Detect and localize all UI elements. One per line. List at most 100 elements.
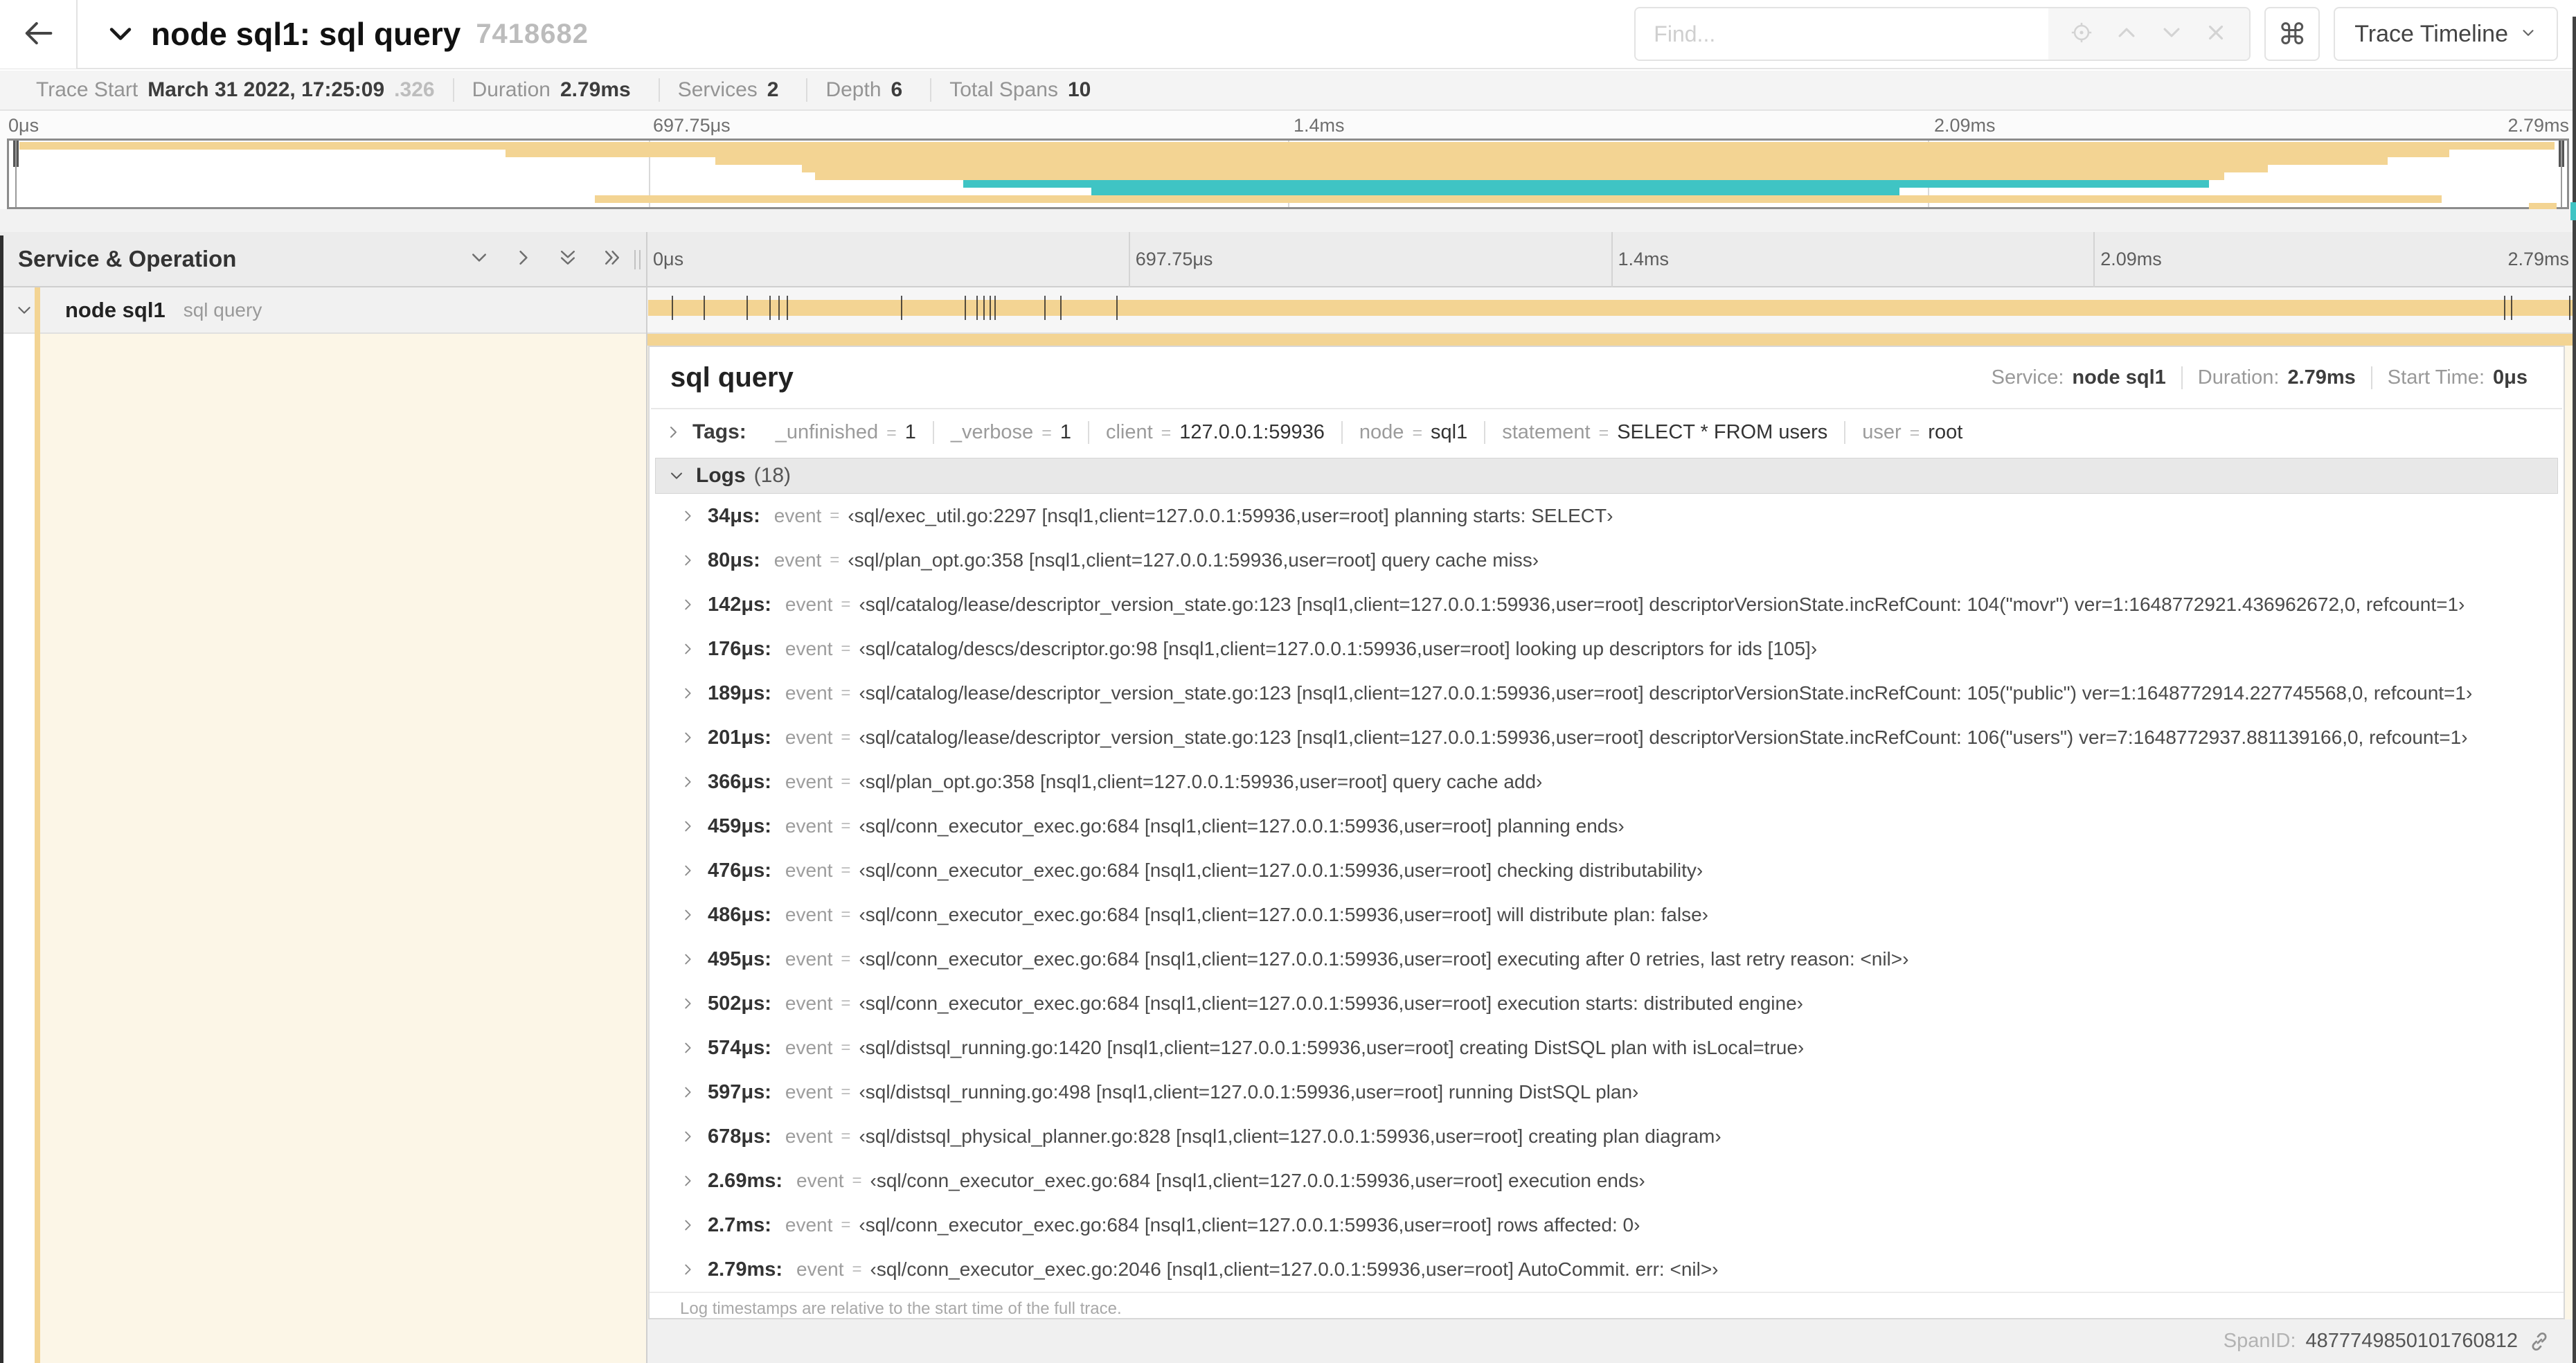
chevron-right-icon xyxy=(680,1040,695,1055)
column-resize-grip[interactable] xyxy=(634,250,644,269)
expand-all-icon[interactable] xyxy=(602,247,623,271)
log-marker-tick[interactable] xyxy=(1059,296,1062,320)
log-marker-tick[interactable] xyxy=(1044,296,1046,320)
tags-label: Tags: xyxy=(692,420,746,443)
log-row[interactable]: 2.69ms: event = ‹sql/conn_executor_exec.… xyxy=(650,1159,2564,1203)
overview-label: Duration: xyxy=(2197,366,2280,389)
trace-info-item: Trace Start March 31 2022, 17:25:09 .326 xyxy=(18,78,453,102)
log-field-key: event xyxy=(785,859,833,881)
chevron-down-icon[interactable] xyxy=(15,301,33,319)
log-row[interactable]: 201μs: event = ‹sql/catalog/lease/descri… xyxy=(650,715,2564,760)
log-field-key: event xyxy=(796,1170,844,1191)
log-row[interactable]: 34μs: event = ‹sql/exec_util.go:2297 [ns… xyxy=(650,494,2564,538)
service-operation-label: Service & Operation xyxy=(18,246,237,271)
minimap-span-bar xyxy=(814,172,2224,180)
log-marker-tick[interactable] xyxy=(778,296,780,320)
log-marker-tick[interactable] xyxy=(900,296,902,320)
log-marker-tick[interactable] xyxy=(2569,296,2571,320)
trace-info-item: Services 2 xyxy=(658,78,807,102)
info-value: 2.79ms xyxy=(560,78,631,101)
service-operation-header: Service & Operation xyxy=(0,232,646,286)
log-marker-tick[interactable] xyxy=(787,296,789,320)
log-timestamp: 597μs: xyxy=(708,1080,771,1103)
log-row[interactable]: 2.79ms: event = ‹sql/conn_executor_exec.… xyxy=(650,1247,2564,1292)
info-label: Duration xyxy=(472,78,551,101)
span-duration-bar[interactable] xyxy=(648,296,2573,320)
overview-value: 2.79ms xyxy=(2287,366,2356,389)
log-marker-tick[interactable] xyxy=(746,296,748,320)
detail-area: sql query Service: node sql1 Duration: 2… xyxy=(0,334,2576,1363)
log-timestamp: 574μs: xyxy=(708,1036,771,1059)
tag-value: root xyxy=(1928,420,1963,443)
minimap-canvas[interactable] xyxy=(7,139,2569,211)
timeline-tick-label: 1.4ms xyxy=(1618,249,1670,269)
back-button[interactable] xyxy=(0,0,78,69)
log-row[interactable]: 486μs: event = ‹sql/conn_executor_exec.g… xyxy=(650,893,2564,937)
log-marker-tick[interactable] xyxy=(2504,296,2506,320)
log-marker-tick[interactable] xyxy=(983,296,985,320)
collapse-all-icon[interactable] xyxy=(557,247,578,271)
find-input[interactable] xyxy=(1636,8,2049,60)
log-timestamp: 201μs: xyxy=(708,726,771,749)
trace-timeline-dropdown[interactable]: Trace Timeline xyxy=(2334,7,2558,61)
collapse-one-icon[interactable] xyxy=(469,247,490,271)
find-prev-icon[interactable] xyxy=(2115,21,2138,48)
log-row[interactable]: 189μs: event = ‹sql/catalog/lease/descri… xyxy=(650,671,2564,715)
span-timeline-row[interactable] xyxy=(646,287,2576,332)
log-marker-tick[interactable] xyxy=(976,296,978,320)
log-marker-tick[interactable] xyxy=(1116,296,1118,320)
log-field-key: event xyxy=(785,815,833,837)
log-row[interactable]: 574μs: event = ‹sql/distsql_running.go:1… xyxy=(650,1026,2564,1070)
log-row[interactable]: 366μs: event = ‹sql/plan_opt.go:358 [nsq… xyxy=(650,760,2564,804)
equals-sign: = xyxy=(841,1127,851,1146)
log-field-key: event xyxy=(785,904,833,925)
detail-row-span-strip xyxy=(647,334,2576,346)
chevron-right-icon xyxy=(680,819,695,834)
log-marker-tick[interactable] xyxy=(769,296,771,320)
chevron-down-icon xyxy=(668,467,685,484)
log-row[interactable]: 678μs: event = ‹sql/distsql_physical_pla… xyxy=(650,1114,2564,1159)
log-field-key: event xyxy=(785,727,833,748)
chevron-right-icon xyxy=(680,1129,695,1144)
log-field-key: event xyxy=(796,1258,844,1280)
log-row[interactable]: 176μs: event = ‹sql/catalog/descs/descri… xyxy=(650,627,2564,671)
tags-row[interactable]: Tags: _unfinished = 1 _verbose = 1 clien… xyxy=(650,409,2564,454)
log-row[interactable]: 476μs: event = ‹sql/conn_executor_exec.g… xyxy=(650,848,2564,893)
minimap-span-bar xyxy=(19,142,2555,150)
log-row[interactable]: 142μs: event = ‹sql/catalog/lease/descri… xyxy=(650,582,2564,627)
log-marker-tick[interactable] xyxy=(965,296,967,320)
log-row[interactable]: 502μs: event = ‹sql/conn_executor_exec.g… xyxy=(650,981,2564,1026)
log-marker-tick[interactable] xyxy=(994,296,996,320)
find-next-icon[interactable] xyxy=(2160,21,2183,48)
log-field-value: ‹sql/conn_executor_exec.go:684 [nsql1,cl… xyxy=(859,992,1803,1014)
log-marker-tick[interactable] xyxy=(2511,296,2513,320)
log-field-value: ‹sql/conn_executor_exec.go:684 [nsql1,cl… xyxy=(859,948,1909,970)
chevron-right-icon xyxy=(680,641,695,657)
log-row[interactable]: 459μs: event = ‹sql/conn_executor_exec.g… xyxy=(650,804,2564,848)
log-timestamp: 2.79ms: xyxy=(708,1258,783,1281)
log-timestamp: 459μs: xyxy=(708,814,771,837)
locate-icon[interactable] xyxy=(2070,21,2093,48)
span-row-label[interactable]: node sql1 sql query xyxy=(0,287,646,332)
log-field-value: ‹sql/exec_util.go:2297 [nsql1,client=127… xyxy=(848,505,1613,526)
log-marker-tick[interactable] xyxy=(671,296,673,320)
link-icon[interactable] xyxy=(2528,1330,2551,1353)
columns-header: Service & Operation 0μs 697.75μs 1.4ms 2.09… xyxy=(0,232,2576,334)
tag-item: _verbose = 1 xyxy=(932,420,1088,444)
log-row[interactable]: 495μs: event = ‹sql/conn_executor_exec.g… xyxy=(650,937,2564,981)
minimap-tick-label: 0μs xyxy=(8,115,39,136)
tag-key: _unfinished xyxy=(775,420,879,443)
span-detail-title: sql query xyxy=(670,362,794,393)
log-row[interactable]: 80μs: event = ‹sql/plan_opt.go:358 [nsql… xyxy=(650,538,2564,582)
keyboard-shortcuts-button[interactable]: ⌘ xyxy=(2264,7,2320,61)
find-clear-icon[interactable] xyxy=(2204,21,2228,48)
log-marker-tick[interactable] xyxy=(990,296,992,320)
log-row[interactable]: 2.7ms: event = ‹sql/conn_executor_exec.g… xyxy=(650,1203,2564,1247)
chevron-down-icon[interactable] xyxy=(105,19,136,49)
logs-section-header[interactable]: Logs (18) xyxy=(655,458,2558,494)
log-marker-tick[interactable] xyxy=(703,296,705,320)
expand-one-icon[interactable] xyxy=(513,247,534,271)
log-row[interactable]: 597μs: event = ‹sql/distsql_running.go:4… xyxy=(650,1070,2564,1114)
log-field-value: ‹sql/catalog/lease/descriptor_version_st… xyxy=(859,682,2473,704)
span-overview: Service: node sql1 Duration: 2.79ms Star… xyxy=(1976,366,2543,389)
